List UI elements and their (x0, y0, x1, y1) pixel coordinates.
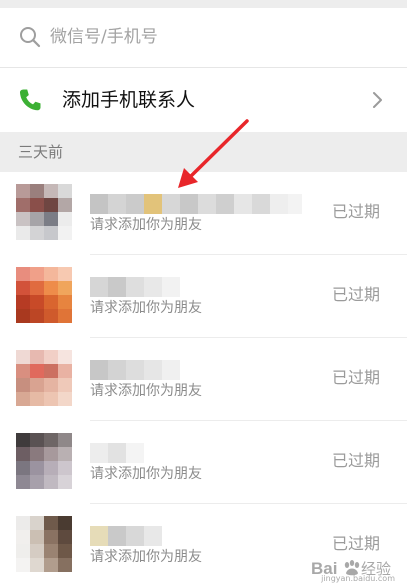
add-phone-contact-button[interactable]: 添加手机联系人 (0, 68, 407, 132)
chevron-right-icon (373, 92, 382, 108)
avatar (16, 350, 72, 406)
add-phone-contact-label: 添加手机联系人 (62, 89, 196, 111)
status-expired: 已过期 (332, 534, 381, 553)
avatar (16, 516, 72, 572)
friend-request-row[interactable]: 请求添加你为朋友 已过期 (0, 338, 407, 421)
request-subtitle: 请求添加你为朋友 (90, 383, 202, 399)
section-header: 三天前 (0, 132, 407, 172)
request-subtitle: 请求添加你为朋友 (90, 466, 202, 482)
status-expired: 已过期 (332, 202, 381, 221)
watermark-url: jingyan.baidu.com (321, 574, 395, 583)
avatar (16, 184, 72, 240)
status-expired: 已过期 (332, 451, 381, 470)
section-title: 三天前 (18, 143, 64, 161)
search-bar[interactable]: 微信号/手机号 (0, 8, 407, 68)
baidu-watermark: Bai 经验 jingyan.baidu.com (311, 555, 397, 583)
phone-icon (19, 89, 41, 111)
avatar (16, 267, 72, 323)
status-expired: 已过期 (332, 368, 381, 387)
blurred-name (90, 277, 180, 297)
friend-request-row[interactable]: 请求添加你为朋友 已过期 (0, 255, 407, 338)
search-input[interactable]: 微信号/手机号 (50, 26, 158, 48)
request-subtitle: 请求添加你为朋友 (90, 549, 202, 565)
request-subtitle: 请求添加你为朋友 (90, 217, 202, 233)
status-expired: 已过期 (332, 285, 381, 304)
top-strip (0, 0, 407, 8)
blurred-name (90, 360, 180, 380)
blurred-name (90, 443, 144, 463)
friend-request-row[interactable]: 请求添加你为朋友 已过期 (0, 172, 407, 255)
friend-request-row[interactable]: 请求添加你为朋友 已过期 (0, 421, 407, 504)
request-subtitle: 请求添加你为朋友 (90, 300, 202, 316)
blurred-name (90, 194, 302, 214)
friend-request-list: 请求添加你为朋友 已过期 请求添加你为朋友 已过期 请求添加你为朋友 已过期 请… (0, 172, 407, 585)
blurred-name (90, 526, 162, 546)
avatar (16, 433, 72, 489)
search-icon (20, 27, 41, 48)
